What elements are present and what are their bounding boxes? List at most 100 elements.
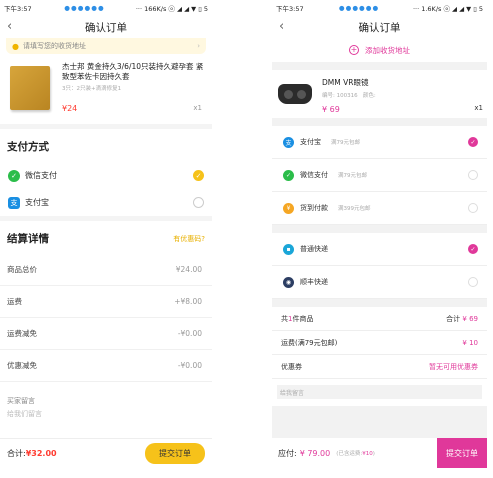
notification-icons: ● ● ● ● ● ●	[338, 4, 378, 12]
product-price: ¥ 69	[322, 105, 340, 114]
total-value: ¥32.00	[25, 449, 57, 458]
item-count: 共1件商品	[281, 314, 314, 323]
alipay-icon: 支	[283, 136, 294, 148]
pay-value: ¥ 79.00	[299, 448, 331, 458]
status-bar: 下午3:57 ● ● ● ● ● ● ··· 1.6K/s ⓞ ◢ ◢ ▼ ▯ …	[272, 0, 487, 16]
shipping-options: ▪ 普通快递 ✓ ◉ 顺丰快递	[272, 233, 487, 299]
shipping-label: 运费(满79元包邮)	[281, 338, 338, 347]
payment-option-label: 支付宝	[300, 138, 321, 146]
details-section-title: 结算详情 有优惠码?	[0, 221, 212, 254]
product-code: 编号: 100316 颜色:	[322, 93, 376, 99]
back-icon[interactable]: ‹	[7, 19, 12, 34]
order-confirm-screen-right: 下午3:57 ● ● ● ● ● ● ··· 1.6K/s ⓞ ◢ ◢ ▼ ▯ …	[272, 0, 487, 468]
payment-options: 支 支付宝 满79元包邮 ✓ ✓ 微信支付 满79元包邮 ¥ 货到付款 满399…	[272, 126, 487, 225]
product-thumbnail	[10, 66, 50, 110]
details-title: 结算详情	[7, 233, 49, 245]
payment-section-title: 支付方式	[0, 129, 212, 162]
product-sku: 3只：2只装+滴滴修复1	[62, 86, 122, 92]
detail-label: 优惠减免	[7, 361, 37, 370]
payment-option-wechat[interactable]: ✓ 微信支付 ✓	[0, 162, 212, 189]
radio-selected[interactable]: ✓	[468, 244, 478, 254]
radio-selected[interactable]: ✓	[468, 137, 478, 147]
submit-order-button[interactable]: 提交订单	[437, 438, 487, 468]
status-indicators: ··· 166K/s ⓞ ◢ ◢ ▼ ▯ 5	[135, 5, 208, 13]
payment-option-note: 满399元包邮	[338, 206, 371, 212]
back-icon[interactable]: ‹	[279, 19, 284, 34]
total-label: 合计:	[7, 449, 26, 458]
coupon-value: 暂无可用优惠券	[429, 362, 478, 371]
detail-row-subtotal: 商品总价 ¥24.00	[0, 254, 212, 286]
title-bar: ‹ 确认订单	[272, 16, 487, 38]
screenshot-pair: 下午3:57 ● ● ● ● ● ● ··· 166K/s ⓞ ◢ ◢ ▼ ▯ …	[0, 0, 493, 478]
sf-express-icon: ◉	[283, 276, 294, 288]
remark-input[interactable]: 给我留言	[277, 385, 482, 399]
payment-option-alipay[interactable]: 支 支付宝 满79元包邮 ✓	[272, 126, 487, 159]
add-address-button[interactable]: + 添加收货地址	[272, 38, 487, 62]
product-quantity: x1	[193, 104, 202, 112]
radio-unselected[interactable]	[468, 277, 478, 287]
product-item: DMM VR眼镜 编号: 100316 颜色: ¥ 69 x1	[272, 70, 487, 118]
payment-option-wechat[interactable]: ✓ 微信支付 满79元包邮	[272, 159, 487, 192]
summary-coupon-row[interactable]: 优惠券 暂无可用优惠券	[272, 355, 487, 379]
alipay-icon: 支	[8, 196, 20, 209]
chevron-right-icon: ›	[197, 42, 200, 50]
add-address-label: 添加收货地址	[365, 45, 410, 55]
page-title: 确认订单	[358, 21, 401, 34]
payment-option-cod[interactable]: ¥ 货到付款 满399元包邮	[272, 192, 487, 225]
detail-label: 商品总价	[7, 265, 37, 274]
detail-value: +¥8.00	[174, 297, 202, 306]
product-name: 杰士邦 黄金持久3/6/10只装持久避孕套 紧致型苯佐卡因持久套	[62, 62, 204, 81]
address-prompt[interactable]: ● 请填写您的收货地址 ›	[6, 38, 206, 54]
payment-option-alipay[interactable]: 支 支付宝	[0, 189, 212, 216]
radio-unselected[interactable]	[193, 197, 204, 208]
coupon-label: 优惠券	[281, 362, 302, 371]
payment-option-label: 货到付款	[300, 204, 328, 212]
status-bar: 下午3:57 ● ● ● ● ● ● ··· 166K/s ⓞ ◢ ◢ ▼ ▯ …	[0, 0, 212, 16]
product-quantity: x1	[474, 104, 483, 112]
express-icon: ▪	[283, 243, 294, 255]
shipping-option-label: 顺丰快递	[300, 278, 328, 286]
shipping-value: ¥ 10	[462, 338, 478, 347]
detail-label: 运费	[7, 297, 22, 306]
shipping-included-note: (已含运费:¥10)	[336, 451, 375, 457]
radio-selected[interactable]: ✓	[193, 170, 204, 181]
payment-option-label: 微信支付	[300, 171, 328, 179]
product-item: 杰士邦 黄金持久3/6/10只装持久避孕套 紧致型苯佐卡因持久套 3只：2只装+…	[0, 54, 212, 124]
radio-unselected[interactable]	[468, 170, 478, 180]
radio-unselected[interactable]	[468, 203, 478, 213]
cash-on-delivery-icon: ¥	[283, 202, 294, 214]
shipping-option-sf[interactable]: ◉ 顺丰快递	[272, 266, 487, 299]
status-time: 下午3:57	[276, 5, 304, 13]
coupon-code-link[interactable]: 有优惠码?	[173, 234, 205, 244]
address-prompt-text: 请填写您的收货地址	[22, 42, 86, 50]
summary-items-row: 共1件商品 合计 ¥ 69	[272, 307, 487, 331]
product-price: ¥24	[62, 104, 78, 113]
payment-option-note: 满79元包邮	[331, 140, 360, 146]
buyer-message-input[interactable]: 给我们留言	[7, 409, 205, 419]
detail-value: -¥0.00	[177, 361, 202, 370]
remark-section: 给我留言	[272, 379, 487, 406]
bottom-bar: 应付: ¥ 79.00 (已含运费:¥10) 提交订单	[272, 438, 487, 468]
page-title: 确认订单	[85, 21, 127, 34]
product-name: DMM VR眼镜	[322, 78, 369, 87]
order-confirm-screen-left: 下午3:57 ● ● ● ● ● ● ··· 166K/s ⓞ ◢ ◢ ▼ ▯ …	[0, 0, 212, 468]
items-total: 合计 ¥ 69	[446, 314, 478, 323]
payment-option-note: 满79元包邮	[338, 173, 367, 179]
section-divider	[272, 118, 487, 126]
detail-row-shipping: 运费 +¥8.00	[0, 286, 212, 318]
section-divider	[272, 225, 487, 233]
title-bar: ‹ 确认订单	[0, 16, 212, 38]
shipping-option-standard[interactable]: ▪ 普通快递 ✓	[272, 233, 487, 266]
buyer-message: 买家留言 给我们留言	[0, 382, 212, 419]
shipping-option-label: 普通快递	[300, 245, 328, 253]
status-time: 下午3:57	[4, 5, 32, 13]
payment-option-label: 微信支付	[25, 171, 57, 180]
submit-order-button[interactable]: 提交订单	[145, 443, 205, 464]
plus-circle-icon: +	[349, 45, 359, 55]
detail-row-promo-discount: 优惠减免 -¥0.00	[0, 350, 212, 382]
location-pin-icon: ●	[12, 41, 19, 51]
notification-icons: ● ● ● ● ● ●	[64, 4, 104, 12]
pay-label: 应付:	[278, 448, 297, 458]
wechat-icon: ✓	[283, 169, 294, 181]
status-indicators: ··· 1.6K/s ⓞ ◢ ◢ ▼ ▯ 5	[412, 5, 483, 13]
